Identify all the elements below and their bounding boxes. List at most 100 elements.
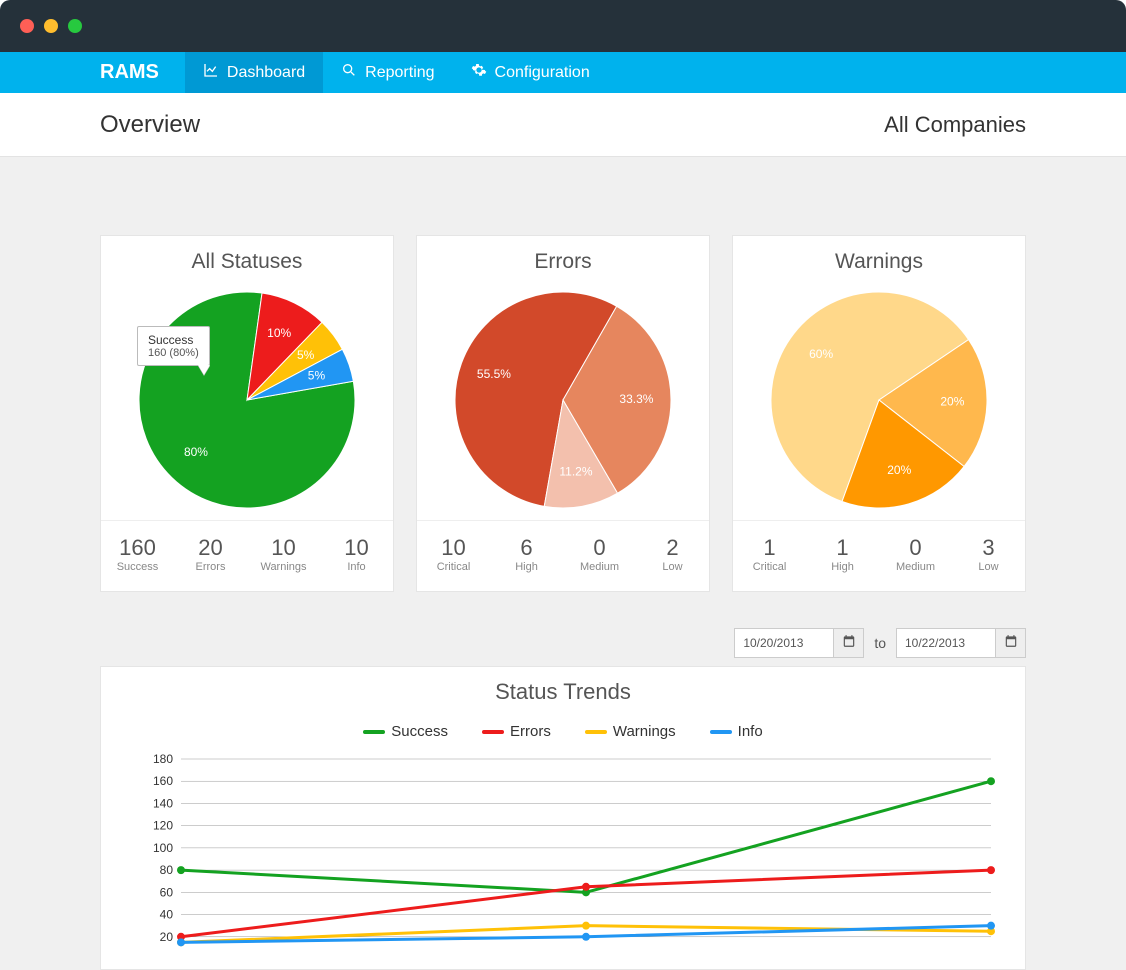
search-icon xyxy=(341,62,357,83)
top-nav: RAMS Dashboard Reporting Configuration xyxy=(0,52,1126,93)
stat-num: 0 xyxy=(879,535,952,561)
stat-num: 160 xyxy=(101,535,174,561)
stat-label: Errors xyxy=(174,561,247,573)
card-title: Warnings xyxy=(733,236,1025,280)
chart-line-icon xyxy=(203,62,219,83)
svg-text:20%: 20% xyxy=(887,463,911,477)
date-from-group xyxy=(734,628,864,658)
svg-text:140: 140 xyxy=(153,796,173,810)
stat-item: 2Low xyxy=(636,521,709,591)
svg-text:10%: 10% xyxy=(267,326,291,340)
svg-text:160: 160 xyxy=(153,774,173,788)
date-to-group xyxy=(896,628,1026,658)
tooltip-value: 160 (80%) xyxy=(148,347,199,359)
stat-label: High xyxy=(490,561,563,573)
pie-tooltip: Success 160 (80%) xyxy=(137,326,210,366)
date-to-label: to xyxy=(874,635,886,651)
tooltip-title: Success xyxy=(148,333,199,347)
nav-dashboard-label: Dashboard xyxy=(227,64,305,82)
stat-label: Warnings xyxy=(247,561,320,573)
sub-header: Overview All Companies xyxy=(0,93,1126,157)
stat-num: 10 xyxy=(320,535,393,561)
svg-text:80%: 80% xyxy=(184,445,208,459)
stat-label: High xyxy=(806,561,879,573)
svg-text:120: 120 xyxy=(153,819,173,833)
page-title: Overview xyxy=(100,111,200,139)
card-errors: Errors 55.5%33.3%11.2% 10Critical6High0M… xyxy=(416,235,710,592)
svg-text:60: 60 xyxy=(160,885,174,899)
stat-item: 0Medium xyxy=(563,521,636,591)
stat-num: 10 xyxy=(247,535,320,561)
stat-item: 6High xyxy=(490,521,563,591)
svg-text:60%: 60% xyxy=(809,347,833,361)
gear-icon xyxy=(471,62,487,83)
svg-text:100: 100 xyxy=(153,841,173,855)
stat-num: 10 xyxy=(417,535,490,561)
stat-label: Low xyxy=(952,561,1025,573)
window-titlebar xyxy=(0,0,1126,52)
zoom-dot[interactable] xyxy=(68,19,82,33)
stat-num: 3 xyxy=(952,535,1025,561)
svg-text:5%: 5% xyxy=(297,348,315,362)
svg-text:180: 180 xyxy=(153,754,173,766)
line-chart: 180 160 140 120 100 80 60 40 20 xyxy=(121,754,1011,964)
stat-item: 10Critical xyxy=(417,521,490,591)
stat-item: 1Critical xyxy=(733,521,806,591)
calendar-icon xyxy=(842,634,856,653)
date-to-input[interactable] xyxy=(896,628,996,658)
stat-item: 3Low xyxy=(952,521,1025,591)
stat-num: 6 xyxy=(490,535,563,561)
card-warnings: Warnings 60%20%20% 1Critical1High0Medium… xyxy=(732,235,1026,592)
pie-chart: 60%20%20% xyxy=(769,290,989,510)
brand: RAMS xyxy=(0,52,185,93)
stats-row: 160Success20Errors10Warnings10Info xyxy=(101,520,393,591)
trends-title: Status Trends xyxy=(121,679,1005,705)
stat-label: Medium xyxy=(879,561,952,573)
card-all-statuses: All Statuses Success 160 (80%) 80% 10% 5% 5… xyxy=(100,235,394,592)
nav-dashboard[interactable]: Dashboard xyxy=(185,52,323,93)
card-title: All Statuses xyxy=(101,236,393,280)
stat-label: Critical xyxy=(733,561,806,573)
stat-label: Info xyxy=(320,561,393,573)
pie-warnings: 60%20%20% xyxy=(733,280,1025,520)
nav-reporting-label: Reporting xyxy=(365,64,434,82)
svg-text:80: 80 xyxy=(160,863,174,877)
svg-text:5%: 5% xyxy=(308,368,326,382)
legend-info: Info xyxy=(710,723,763,740)
calendar-button-to[interactable] xyxy=(996,628,1026,658)
stat-item: 0Medium xyxy=(879,521,952,591)
stat-num: 20 xyxy=(174,535,247,561)
minimize-dot[interactable] xyxy=(44,19,58,33)
date-range-row: to xyxy=(100,628,1026,658)
nav-configuration-label: Configuration xyxy=(495,64,590,82)
card-status-trends: Status Trends Success Errors Warnings In… xyxy=(100,666,1026,970)
svg-text:20: 20 xyxy=(160,930,174,944)
nav-configuration[interactable]: Configuration xyxy=(453,52,608,93)
legend-success: Success xyxy=(363,723,448,740)
calendar-icon xyxy=(1004,634,1018,653)
svg-text:55.5%: 55.5% xyxy=(477,367,511,381)
stat-num: 1 xyxy=(733,535,806,561)
svg-text:40: 40 xyxy=(160,908,174,922)
date-from-input[interactable] xyxy=(734,628,834,658)
stat-label: Critical xyxy=(417,561,490,573)
stats-row: 1Critical1High0Medium3Low xyxy=(733,520,1025,591)
pie-errors: 55.5%33.3%11.2% xyxy=(417,280,709,520)
stat-item: 10Info xyxy=(320,521,393,591)
trends-legend: Success Errors Warnings Info xyxy=(121,723,1005,740)
legend-warnings: Warnings xyxy=(585,723,676,740)
card-title: Errors xyxy=(417,236,709,280)
pie-chart: 80% 10% 5% 5% xyxy=(137,290,357,510)
stat-item: 20Errors xyxy=(174,521,247,591)
stat-num: 2 xyxy=(636,535,709,561)
stat-item: 160Success xyxy=(101,521,174,591)
stat-label: Low xyxy=(636,561,709,573)
pie-chart: 55.5%33.3%11.2% xyxy=(453,290,673,510)
legend-errors: Errors xyxy=(482,723,551,740)
scope-label: All Companies xyxy=(884,112,1026,138)
close-dot[interactable] xyxy=(20,19,34,33)
pie-all-statuses: Success 160 (80%) 80% 10% 5% 5% xyxy=(101,280,393,520)
main-canvas: All Statuses Success 160 (80%) 80% 10% 5% 5… xyxy=(0,157,1126,970)
nav-reporting[interactable]: Reporting xyxy=(323,52,452,93)
calendar-button-from[interactable] xyxy=(834,628,864,658)
